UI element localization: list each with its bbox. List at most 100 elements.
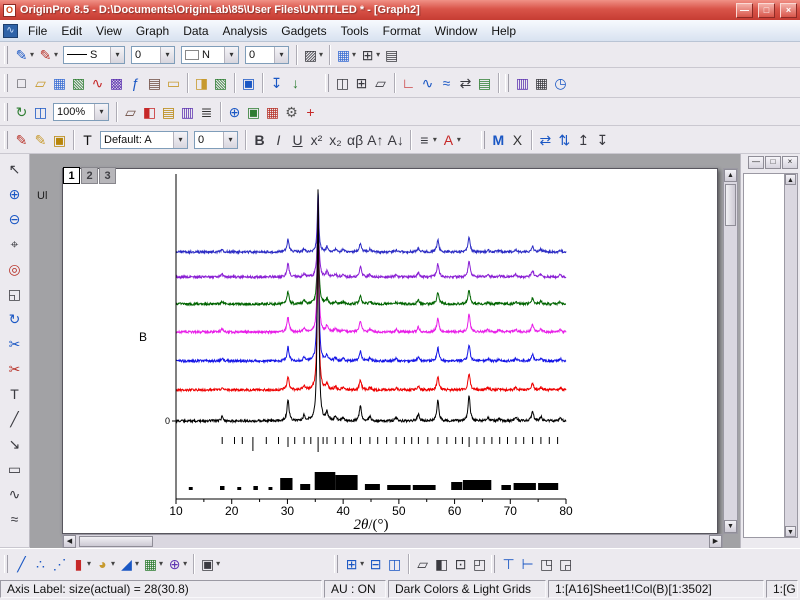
dropdown-arrow-icon[interactable]: ▾ xyxy=(111,559,115,568)
arrange-windows-button[interactable]: ◫ xyxy=(333,72,352,94)
arrow-tool[interactable]: ↘ xyxy=(2,432,28,456)
add-right-y-axis-button[interactable]: ⊢ xyxy=(518,553,537,575)
grid-options-button[interactable]: ⊞ ▾ xyxy=(358,44,382,66)
save-theme-button[interactable]: ▣ xyxy=(50,129,69,151)
layer-tab-1[interactable]: 1 xyxy=(63,167,80,184)
font-combo[interactable]: Default: A ▾ xyxy=(100,130,188,149)
tile-windows-button[interactable]: ⊞ xyxy=(352,72,371,94)
merge-graphs-button[interactable]: ⊞ ▾ xyxy=(342,553,366,575)
insert-table-button[interactable]: ▦ xyxy=(532,72,551,94)
fit-layer-button[interactable]: ◰ xyxy=(470,553,489,575)
timer-button[interactable]: ◷ xyxy=(551,72,570,94)
import-wizard-button[interactable]: ↧ xyxy=(267,72,286,94)
pointer-tool[interactable]: ↖ xyxy=(2,157,28,181)
copy-page-button[interactable]: ▱ xyxy=(121,101,140,123)
menu-item-view[interactable]: View xyxy=(89,23,129,39)
duplicate-window-button[interactable]: ◫ xyxy=(31,101,50,123)
decrease-font-button[interactable]: A↓ xyxy=(386,129,406,151)
zoom-out-tool[interactable]: ⊖ xyxy=(2,207,28,231)
bring-front-button[interactable]: ↥ xyxy=(574,129,593,151)
regional-data-selector-tool[interactable]: ✂ xyxy=(2,332,28,356)
data-display-button[interactable]: ▦ xyxy=(263,101,282,123)
theme-gear-button[interactable]: ⚙ xyxy=(282,101,301,123)
menu-item-graph[interactable]: Graph xyxy=(129,23,176,39)
template-library-button[interactable]: ▣ ▾ xyxy=(198,553,222,575)
zoom-in-tool[interactable]: ⊕ xyxy=(2,182,28,206)
rectangle-tool[interactable]: ▭ xyxy=(2,457,28,481)
data-selector-tool[interactable]: ◱ xyxy=(2,282,28,306)
dropdown-arrow-icon[interactable]: ▾ xyxy=(216,559,220,568)
layer-tab-3[interactable]: 3 xyxy=(99,167,116,184)
add-inset-data-button[interactable]: ◲ xyxy=(556,553,575,575)
add-layer-button[interactable]: + xyxy=(301,101,320,123)
maximize-button[interactable]: □ xyxy=(758,2,775,18)
vertical-scroll-thumb[interactable] xyxy=(725,184,736,226)
dropdown-arrow-icon[interactable]: ▾ xyxy=(159,559,163,568)
regional-mask-tool[interactable]: ✂ xyxy=(2,357,28,381)
bold-button[interactable]: B xyxy=(250,129,269,151)
scroll-right-icon[interactable]: ▶ xyxy=(709,535,722,548)
menu-item-window[interactable]: Window xyxy=(428,23,485,39)
exchange-xy-button[interactable]: ⇄ xyxy=(456,72,475,94)
curve-pattern-3[interactable] xyxy=(175,211,567,364)
graph-window-icon[interactable]: ∿ xyxy=(3,23,18,38)
new-layout-button[interactable]: ▤ xyxy=(145,72,164,94)
insert-graph-button[interactable]: ▥ xyxy=(513,72,532,94)
dropdown-arrow-icon[interactable]: ▾ xyxy=(135,559,139,568)
menu-item-tools[interactable]: Tools xyxy=(334,23,376,39)
scroll-down-icon[interactable]: ▼ xyxy=(724,520,737,533)
line-spacing-button[interactable]: ≡ ▾ xyxy=(415,129,439,151)
underline-button[interactable]: U xyxy=(288,129,307,151)
graph-page[interactable]: 10 20 30 40 50 60 70 80 0 2θ/(°) B xyxy=(62,168,718,534)
pie-chart-button[interactable]: ◕ ▾ xyxy=(93,553,117,575)
zoom-combo[interactable]: 100% ▾ xyxy=(53,102,109,121)
new-folder-button[interactable]: ▱ xyxy=(31,72,50,94)
dropdown-arrow-icon[interactable]: ▾ xyxy=(223,131,237,148)
close-button[interactable]: × xyxy=(780,2,797,18)
horizontal-scroll-thumb[interactable] xyxy=(79,536,153,547)
increase-font-button[interactable]: A↑ xyxy=(365,129,385,151)
dropdown-arrow-icon[interactable]: ▾ xyxy=(173,131,187,148)
fill-pattern-combo[interactable]: N ▾ xyxy=(181,45,240,64)
scroll-left-icon[interactable]: ◀ xyxy=(63,535,76,548)
hatch-pattern-button[interactable]: ▨ ▾ xyxy=(301,44,325,66)
align-vertical-button[interactable]: ⇅ xyxy=(555,129,574,151)
results-log-button[interactable]: ▤ xyxy=(159,101,178,123)
mdi-close-button[interactable]: × xyxy=(782,156,798,169)
menu-item-analysis[interactable]: Analysis xyxy=(216,23,275,39)
curve-pattern-5[interactable] xyxy=(175,208,566,307)
menu-item-data[interactable]: Data xyxy=(176,23,215,39)
duplicate-graph-button[interactable]: ▱ xyxy=(413,553,432,575)
dropdown-arrow-icon[interactable]: ▾ xyxy=(160,46,175,63)
align-swap-button[interactable]: ⇄ xyxy=(536,129,555,151)
new-project-button[interactable]: □ xyxy=(12,72,31,94)
font-color-button[interactable]: A ▾ xyxy=(439,129,463,151)
line-plot-button[interactable]: ╱ xyxy=(12,553,31,575)
line-symbol-plot-button[interactable]: ⋰ xyxy=(50,553,69,575)
new-graph-button[interactable]: ∿ xyxy=(88,72,107,94)
column-plot-button[interactable]: ▮ ▾ xyxy=(69,553,93,575)
equation-button[interactable]: M xyxy=(489,129,508,151)
curve-pattern-7[interactable] xyxy=(175,192,567,256)
text-tool-button[interactable]: T xyxy=(78,129,97,151)
text-tool[interactable]: T xyxy=(2,382,28,406)
menu-item-help[interactable]: Help xyxy=(484,23,523,39)
menu-item-gadgets[interactable]: Gadgets xyxy=(274,23,333,39)
command-window-button[interactable]: ▥ xyxy=(178,101,197,123)
italic-button[interactable]: I xyxy=(269,129,288,151)
data-reader-tool[interactable]: ◎ xyxy=(2,257,28,281)
superscript-button[interactable]: x² xyxy=(307,129,326,151)
import-ascii-button[interactable]: ↓ xyxy=(286,72,305,94)
layer-management-button[interactable]: ◧ xyxy=(432,553,451,575)
subscript-button[interactable]: x₂ xyxy=(326,129,345,151)
format-painter-button[interactable]: ✎ xyxy=(12,129,31,151)
line-tool[interactable]: ╱ xyxy=(2,407,28,431)
dropdown-arrow-icon[interactable]: ▾ xyxy=(433,135,437,144)
scroll-up-icon[interactable]: ▲ xyxy=(724,169,737,182)
fit-page-button[interactable]: ⊡ xyxy=(451,553,470,575)
add-top-x-axis-button[interactable]: ⊤ xyxy=(499,553,518,575)
panel-scrollbar[interactable]: ▲ ▼ xyxy=(784,174,797,537)
dropdown-arrow-icon[interactable]: ▾ xyxy=(87,559,91,568)
dropdown-arrow-icon[interactable]: ▾ xyxy=(224,46,239,63)
new-matrix-button[interactable]: ▩ xyxy=(107,72,126,94)
